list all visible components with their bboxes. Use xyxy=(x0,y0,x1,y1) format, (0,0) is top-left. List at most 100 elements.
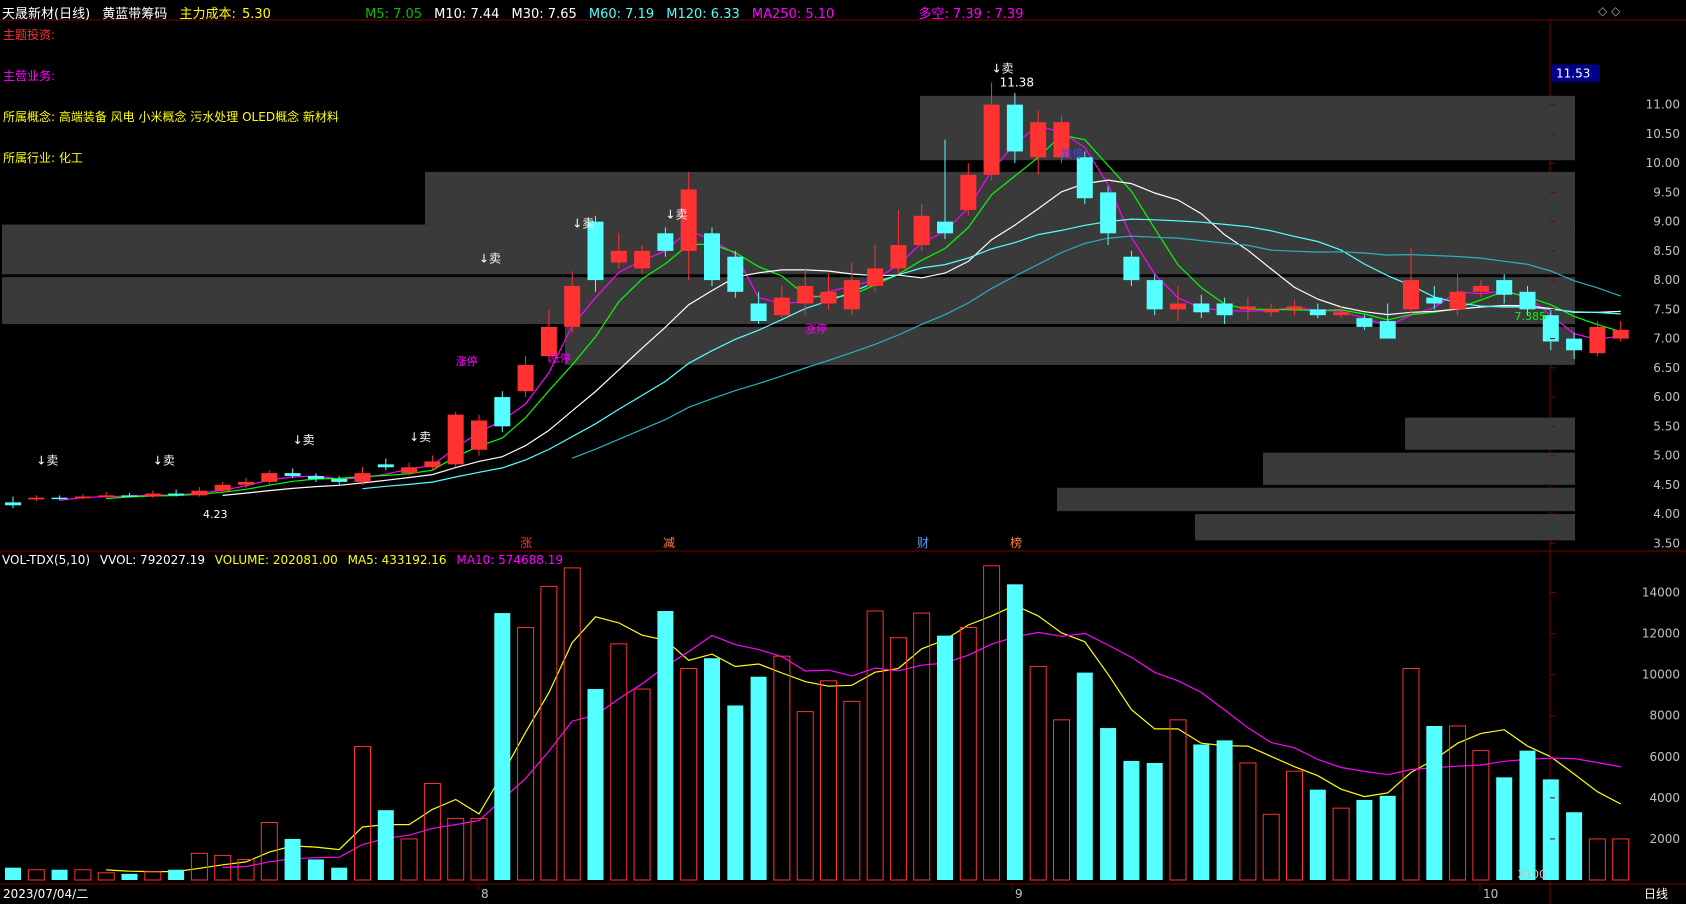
volume-bar[interactable] xyxy=(1588,838,1606,881)
volume-bar[interactable] xyxy=(447,817,465,881)
volume-bar[interactable] xyxy=(1239,762,1257,881)
volume-bar[interactable] xyxy=(1612,838,1630,881)
volume-bar[interactable] xyxy=(1193,744,1210,880)
candle-body[interactable] xyxy=(284,473,301,477)
candle-body[interactable] xyxy=(1333,312,1350,316)
volume-bar[interactable] xyxy=(423,782,441,881)
candle-body[interactable] xyxy=(1100,192,1117,234)
volume-bar[interactable] xyxy=(727,705,744,880)
candle-body[interactable] xyxy=(983,104,1000,175)
candle-body[interactable] xyxy=(1566,338,1583,351)
volume-bar[interactable] xyxy=(51,869,68,880)
candle-body[interactable] xyxy=(74,496,91,499)
candle-body[interactable] xyxy=(354,473,371,482)
volume-bar[interactable] xyxy=(1356,799,1373,880)
volume-bar[interactable] xyxy=(750,676,767,880)
stock-title[interactable]: 天晟新材(日线) xyxy=(2,7,90,22)
volume-bar[interactable] xyxy=(97,872,115,881)
candle-body[interactable] xyxy=(377,464,394,468)
candle-body[interactable] xyxy=(401,467,418,474)
volume-bar[interactable] xyxy=(1123,760,1140,880)
volume-bar[interactable] xyxy=(1472,750,1490,881)
volume-bar[interactable] xyxy=(1053,719,1070,881)
volume-bar[interactable] xyxy=(866,610,884,881)
candle-body[interactable] xyxy=(1030,122,1047,158)
candle-body[interactable] xyxy=(144,493,161,497)
volume-bar[interactable] xyxy=(587,689,604,880)
candle-body[interactable] xyxy=(1472,285,1489,292)
candle-body[interactable] xyxy=(51,497,68,500)
volume-bar[interactable] xyxy=(260,822,278,881)
candle-body[interactable] xyxy=(843,280,860,310)
volume-bar[interactable] xyxy=(773,655,791,881)
candle-body[interactable] xyxy=(1239,306,1256,310)
candle-body[interactable] xyxy=(238,481,254,485)
volume-bar[interactable] xyxy=(540,585,558,881)
volume-bar[interactable] xyxy=(704,658,720,880)
volume-bar[interactable] xyxy=(1146,762,1163,880)
candle-body[interactable] xyxy=(1403,280,1419,310)
candle-body[interactable] xyxy=(191,490,208,496)
candle-body[interactable] xyxy=(1589,326,1606,354)
volume-bar[interactable] xyxy=(610,643,628,881)
volume-bar[interactable] xyxy=(1309,789,1326,880)
candle-body[interactable] xyxy=(1146,280,1163,310)
candle-body[interactable] xyxy=(98,495,115,497)
candle-body[interactable] xyxy=(471,420,487,450)
candle-body[interactable] xyxy=(1193,303,1210,313)
candle-body[interactable] xyxy=(28,497,45,500)
candle-body[interactable] xyxy=(1286,306,1303,310)
volume-bar[interactable] xyxy=(307,859,324,880)
volume-bar[interactable] xyxy=(144,871,162,881)
candle-body[interactable] xyxy=(261,473,278,482)
volume-bar[interactable] xyxy=(820,680,837,881)
volume-bar[interactable] xyxy=(470,817,488,881)
volume-bar[interactable] xyxy=(1216,740,1233,880)
volume-bar[interactable] xyxy=(1286,770,1303,881)
candle-body[interactable] xyxy=(890,245,907,269)
volume-bar[interactable] xyxy=(889,637,907,881)
volume-bar[interactable] xyxy=(331,867,348,880)
volume-bar[interactable] xyxy=(1262,813,1280,881)
volume-bar[interactable] xyxy=(657,611,674,880)
candle-body[interactable] xyxy=(797,285,814,304)
volume-bar[interactable] xyxy=(5,867,21,880)
candle-body[interactable] xyxy=(1426,297,1443,304)
volume-bar[interactable] xyxy=(563,567,581,881)
volume-bar[interactable] xyxy=(796,711,814,881)
volume-bar[interactable] xyxy=(27,869,45,881)
candle-body[interactable] xyxy=(867,268,884,286)
candle-body[interactable] xyxy=(610,250,627,263)
candle-body[interactable] xyxy=(331,478,348,482)
candle-body[interactable] xyxy=(750,303,767,322)
candle-body[interactable] xyxy=(1006,104,1023,152)
volume-bar[interactable] xyxy=(1402,668,1420,881)
volume-bar[interactable] xyxy=(190,852,208,881)
volume-bar[interactable] xyxy=(1496,777,1513,880)
candle-body[interactable] xyxy=(121,495,138,497)
volume-indicator-name[interactable]: VOL-TDX(5,10) xyxy=(2,553,90,567)
volume-bar[interactable] xyxy=(937,635,953,880)
volume-bar[interactable] xyxy=(74,869,92,881)
candle-body[interactable] xyxy=(5,502,21,506)
candle-body[interactable] xyxy=(424,461,441,468)
candle-body[interactable] xyxy=(494,397,511,427)
candle-body[interactable] xyxy=(1123,256,1140,281)
volume-bar[interactable] xyxy=(1519,750,1536,880)
volume-bar[interactable] xyxy=(168,869,185,880)
candle-body[interactable] xyxy=(1170,303,1186,310)
volume-bar[interactable] xyxy=(1332,807,1350,881)
indicator-name[interactable]: 黄蓝带筹码 xyxy=(102,7,167,22)
candle-body[interactable] xyxy=(960,174,977,210)
candle-body[interactable] xyxy=(937,221,953,234)
volume-bar[interactable] xyxy=(959,626,977,881)
candle-body[interactable] xyxy=(564,285,581,327)
volume-bar[interactable] xyxy=(1379,795,1396,880)
volume-bar[interactable] xyxy=(843,700,861,881)
candle-body[interactable] xyxy=(517,364,534,392)
candle-body[interactable] xyxy=(1379,321,1396,339)
panel-controls-icon[interactable]: ◇ ◇ xyxy=(1598,4,1620,18)
candle-body[interactable] xyxy=(447,414,464,465)
candle-body[interactable] xyxy=(1263,309,1280,313)
candle-body[interactable] xyxy=(1309,309,1326,316)
